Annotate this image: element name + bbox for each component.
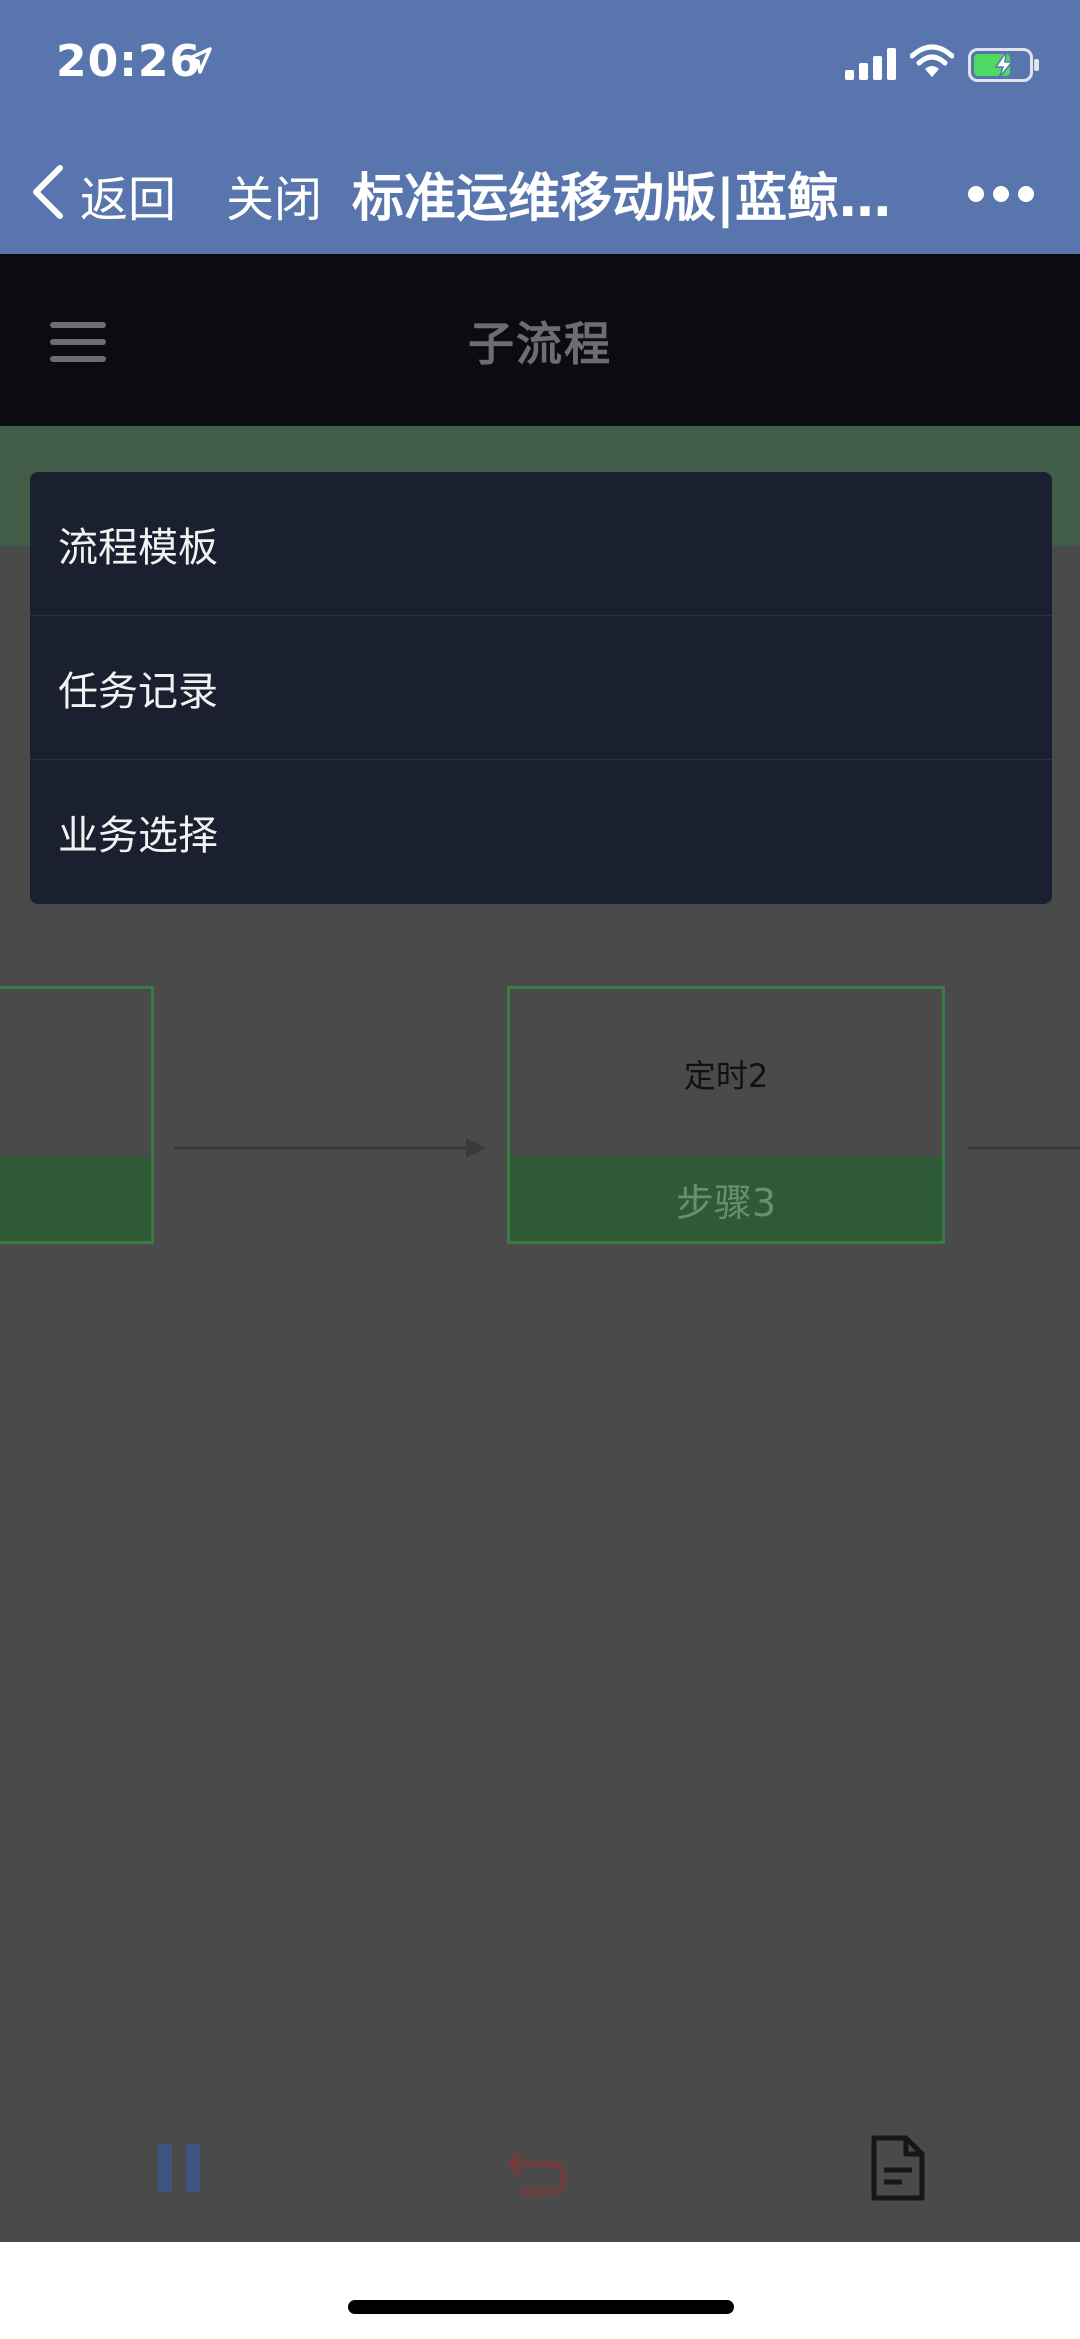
app-header-title: 子流程 (468, 317, 612, 371)
dropdown-menu: 流程模板 任务记录 业务选择 (30, 472, 1052, 904)
page-title: 标准运维移动版|蓝鲸… (352, 169, 891, 229)
menu-item-flow-template[interactable]: 流程模板 (30, 472, 1052, 616)
flow-node[interactable]: 定时2 步骤3 (507, 986, 945, 1244)
flow-node-name (0, 989, 151, 1159)
status-bar: 20:26 (0, 0, 1080, 130)
flow-connector-arrow (174, 1138, 486, 1158)
flow-node-name: 定时2 (683, 1057, 769, 1095)
revoke-icon[interactable] (506, 2140, 570, 2196)
cellular-signal-icon (845, 48, 896, 80)
home-indicator[interactable] (348, 2300, 734, 2314)
back-chevron-icon[interactable] (28, 162, 68, 222)
flow-node[interactable] (0, 986, 154, 1244)
flow-node-step (0, 1157, 151, 1241)
flow-node-step: 步骤3 (510, 1157, 942, 1241)
browser-nav-bar: 返回 关闭 标准运维移动版|蓝鲸… (0, 130, 1080, 254)
close-button[interactable]: 关闭 (226, 160, 322, 230)
document-icon[interactable] (870, 2134, 926, 2202)
status-time: 20:26 (56, 36, 202, 87)
home-indicator-area (0, 2242, 1080, 2339)
back-button[interactable]: 返回 (80, 160, 176, 230)
wifi-icon (910, 44, 954, 77)
app-header: 子流程 (0, 254, 1080, 426)
battery-charging-icon (968, 48, 1039, 82)
more-options-icon[interactable] (966, 184, 1036, 204)
pause-icon[interactable] (156, 2140, 204, 2196)
bottom-toolbar (0, 2096, 1080, 2242)
flow-connector-arrow (968, 1146, 1080, 1150)
menu-item-task-records[interactable]: 任务记录 (30, 616, 1052, 760)
location-arrow-icon (186, 47, 212, 74)
menu-item-business-select[interactable]: 业务选择 (30, 760, 1052, 904)
